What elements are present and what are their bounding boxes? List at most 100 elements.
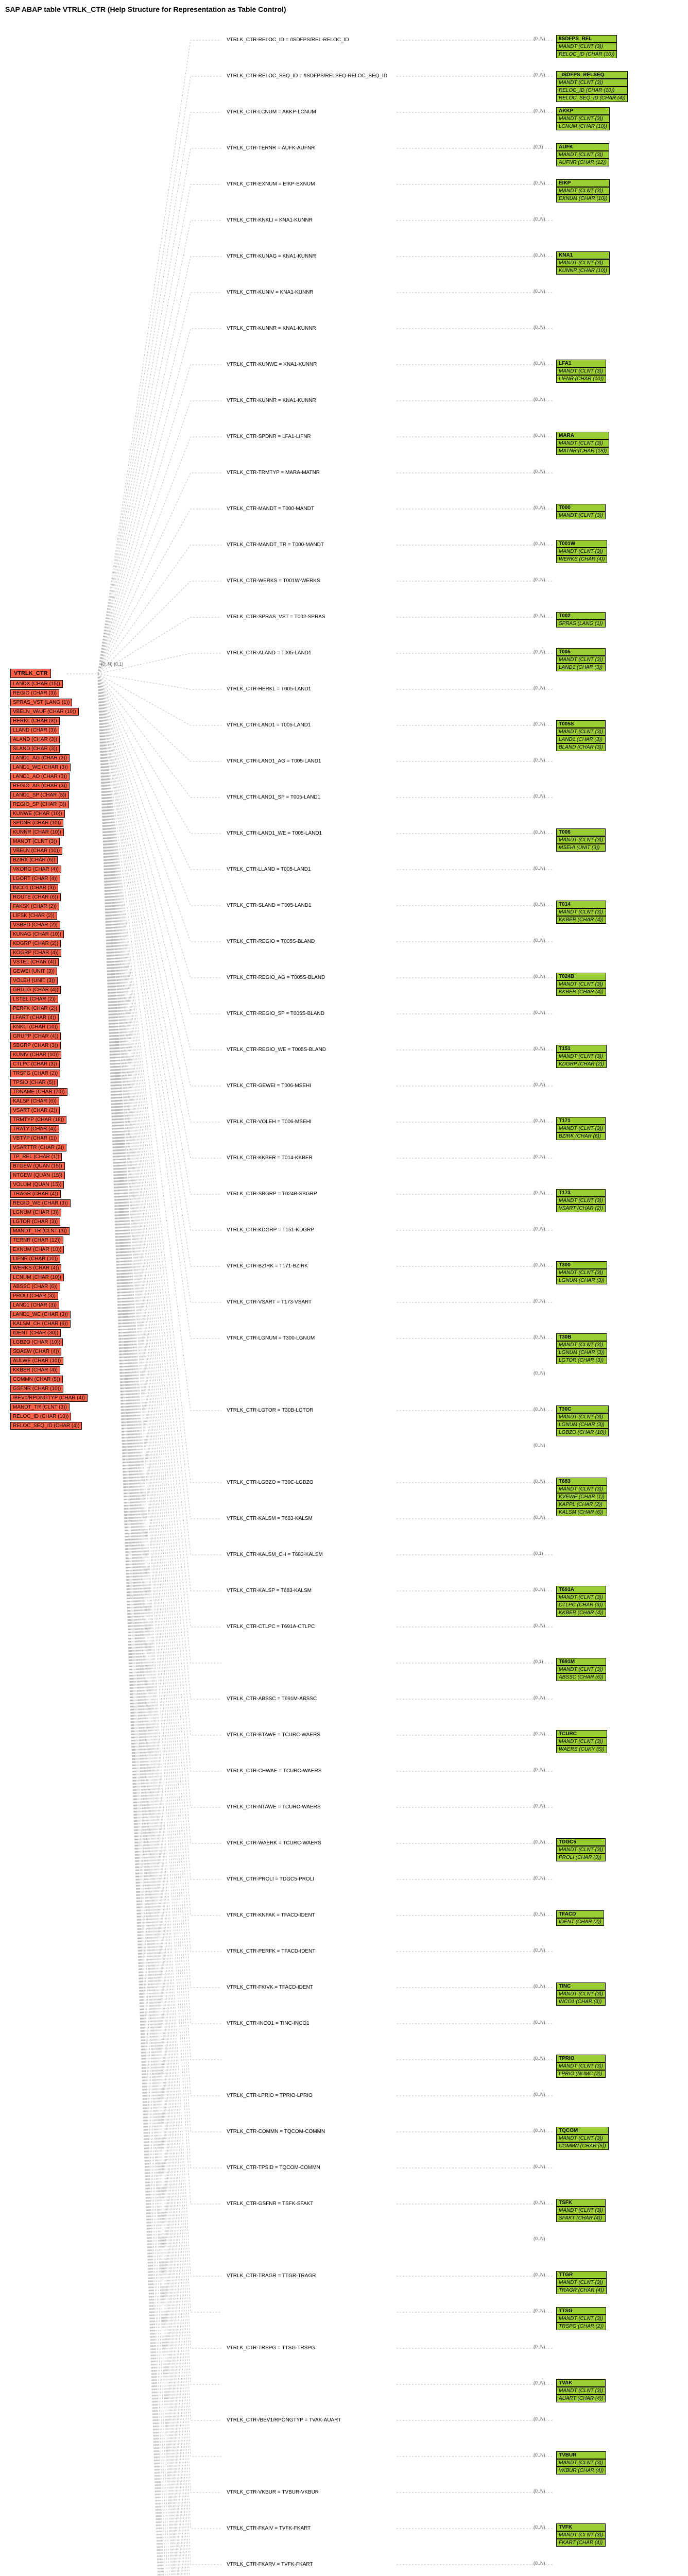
source-field-label: HERKL (CHAR (3)) <box>10 717 60 725</box>
source-field: VKORG (CHAR (4)) <box>10 866 61 873</box>
source-field-label: KUNNR (CHAR (10)) <box>10 828 64 836</box>
target-table-name: T300 <box>556 1261 607 1269</box>
target-table-name: T014 <box>556 901 606 908</box>
source-field-label: VSTEL (CHAR (4)) <box>10 958 59 966</box>
source-field-label: LAND1_AG (CHAR (3)) <box>10 754 70 762</box>
source-field: GRUPP (CHAR (4)) <box>10 1032 61 1040</box>
mapping-label: VTRLK_CTR-TPSID = TQCOM-COMMN <box>227 2165 320 2171</box>
cardinality-right: (0..N) <box>534 613 545 618</box>
mapping-label: VTRLK_CTR-MANDT_TR = T000-MANDT <box>227 542 324 548</box>
target-table: AKKPMANDT (CLNT (3))LCNUM (CHAR (10)) <box>556 107 610 130</box>
target-table: T171MANDT (CLNT (3))BZIRK (CHAR (6)) <box>556 1117 606 1140</box>
cardinality-right: (0..N) <box>534 1443 545 1448</box>
source-field-label: LAND1_WE (CHAR (3)) <box>10 764 71 771</box>
target-column: MANDT (CLNT (3)) <box>556 367 606 375</box>
target-table: T300MANDT (CLNT (3))LGNUM (CHAR (3)) <box>556 1261 607 1284</box>
mapping-label: VTRLK_CTR-/BEV1/RPONGTYP = TVAK-AUART <box>227 2417 341 2423</box>
source-field-label: EXNUM (CHAR (10)) <box>10 1246 64 1253</box>
source-field: KUNWE (CHAR (10)) <box>10 810 65 818</box>
source-field: SLAND (CHAR (3)) <box>10 745 60 753</box>
mapping-label: VTRLK_CTR-NTAWE = TCURC-WAERS <box>227 1804 321 1810</box>
target-column: PROLI (CHAR (3)) <box>556 1854 606 1861</box>
source-field: MANDT_TR (CLNT (3)) <box>10 1227 70 1235</box>
source-field-label: KUNWE (CHAR (10)) <box>10 810 65 818</box>
source-field-label: VOLEH (UNIT (3)) <box>10 977 58 985</box>
mapping-label: VTRLK_CTR-REGIO_WE = T005S-BLAND <box>227 1047 326 1053</box>
target-column: ABSSC (CHAR (6)) <box>556 1673 606 1681</box>
mapping-label: VTRLK_CTR-KKBER = T014-KKBER <box>227 1155 313 1161</box>
source-field-label: MANDT_TR (CLNT (3)) <box>10 1227 70 1235</box>
target-column: MANDT (CLNT (3)) <box>556 79 628 87</box>
source-field: SDABW (CHAR (4)) <box>10 1348 61 1355</box>
root-table-name: VTRLK_CTR <box>10 669 51 678</box>
mapping-label: VTRLK_CTR-SPDNR = LFA1-LIFNR <box>227 434 311 439</box>
source-field-label: KDGRP (CHAR (2)) <box>10 940 61 947</box>
source-field: ALAND (CHAR (3)) <box>10 736 60 743</box>
target-table-name: TVBUR <box>556 2451 606 2459</box>
cardinality-right: (0..N) <box>534 1298 545 1303</box>
source-field-label: LAND1 (CHAR (3)) <box>10 1301 59 1309</box>
source-field-label: LAND1_AO (CHAR (3)) <box>10 773 70 781</box>
cardinality-right: (0..N) <box>534 1010 545 1015</box>
source-field: VBELN_VAUF (CHAR (10)) <box>10 708 79 716</box>
target-column: LPRIO (NUMC (2)) <box>556 2070 606 2078</box>
source-field: VOLUM (QUAN (15)) <box>10 1181 64 1189</box>
cardinality-right: (0..N) <box>534 252 545 258</box>
source-field: REGIO_WE (CHAR (3)) <box>10 1199 71 1207</box>
target-column: TRAGR (CHAR (4)) <box>556 2286 607 2294</box>
target-column: KKBER (CHAR (4)) <box>556 916 606 924</box>
target-column: MANDT (CLNT (3)) <box>556 512 606 519</box>
target-table: TFACDIDENT (CHAR (2)) <box>556 1910 604 1926</box>
target-table: T000MANDT (CLNT (3)) <box>556 504 606 519</box>
mapping-label: VTRLK_CTR-BTAWE = TCURC-WAERS <box>227 1732 320 1738</box>
mapping-label: VTRLK_CTR-CTLPC = T691A-CTLPC <box>227 1624 315 1630</box>
target-table: T151MANDT (CLNT (3))KDGRP (CHAR (2)) <box>556 1045 607 1068</box>
target-column: AUART (CHAR (4)) <box>556 2395 606 2402</box>
target-table-name: T001W <box>556 540 607 548</box>
target-table: TVFKMANDT (CLNT (3))FKART (CHAR (4)) <box>556 2523 606 2547</box>
target-table-name: T000 <box>556 504 606 512</box>
target-column: MANDT (CLNT (3)) <box>556 115 610 123</box>
mapping-label: VTRLK_CTR-KUNIV = KNA1-KUNNR <box>227 290 314 295</box>
target-table-name: /ISDFPS_REL <box>556 35 617 43</box>
source-field: KUNAG (CHAR (10)) <box>10 930 64 938</box>
mapping-label: VTRLK_CTR-PROLI = TDGC5-PROLI <box>227 1876 314 1882</box>
source-field-label: PROLI (CHAR (3)) <box>10 1292 58 1300</box>
source-field: TRATY (CHAR (4)) <box>10 1125 59 1133</box>
cardinality-right: (0..N) <box>534 577 545 582</box>
target-table: TPRIOMANDT (CLNT (3))LPRIO (NUMC (2)) <box>556 2055 606 2078</box>
target-table-name: T171 <box>556 1117 606 1125</box>
target-table-name: TFACD <box>556 1910 604 1918</box>
target-table-name: T024B <box>556 973 606 980</box>
target-column: CTLPC (CHAR (3)) <box>556 1601 606 1609</box>
cardinality-right: (0..N) <box>534 866 545 871</box>
source-field-label: GRULG (CHAR (4)) <box>10 986 61 994</box>
target-table-name: T173 <box>556 1189 606 1197</box>
source-field: LGTOR (CHAR (3)) <box>10 1218 60 1226</box>
source-field: LAND1 (CHAR (3)) <box>10 1301 59 1309</box>
source-field: TPSID (CHAR (5)) <box>10 1079 58 1087</box>
target-table-name: T006 <box>556 828 606 836</box>
cardinality-right: (0..N) <box>534 2380 545 2385</box>
source-field: KKBER (CHAR (4)) <box>10 1366 60 1374</box>
source-field: FAKSK (CHAR (2)) <box>10 903 59 910</box>
target-table: TVBURMANDT (CLNT (3))VKBUR (CHAR (4)) <box>556 2451 606 2475</box>
source-field-label: PERFK (CHAR (2)) <box>10 1005 60 1012</box>
source-field-label: LGORT (CHAR (4)) <box>10 875 60 883</box>
cardinality-right: (0..N) <box>534 1370 545 1376</box>
cardinality-right: (0..N) <box>534 72 545 77</box>
target-column: FKART (CHAR (4)) <box>556 2539 606 2547</box>
source-field: WERKS (CHAR (4)) <box>10 1264 61 1272</box>
mapping-label: VTRLK_CTR-LAND1_SP = T005-LAND1 <box>227 794 320 800</box>
source-field: LSTEL (CHAR (2)) <box>10 995 58 1003</box>
source-field-label: COMMN (CHAR (5)) <box>10 1376 63 1383</box>
source-field: VSART (CHAR (2)) <box>10 1107 60 1114</box>
source-field-label: INCO1 (CHAR (3)) <box>10 884 58 892</box>
target-table: TTGRMANDT (CLNT (3))TRAGR (CHAR (4)) <box>556 2271 607 2294</box>
source-field: KNKLI (CHAR (10)) <box>10 1023 60 1031</box>
target-column: RELOC_ID (CHAR (10)) <box>556 87 628 94</box>
source-field: GEWEI (UNIT (3)) <box>10 968 57 975</box>
source-field: VSBED (CHAR (2)) <box>10 921 60 929</box>
cardinality-right: (0..N) <box>534 108 545 113</box>
target-column: MANDT (CLNT (3)) <box>556 1341 607 1349</box>
